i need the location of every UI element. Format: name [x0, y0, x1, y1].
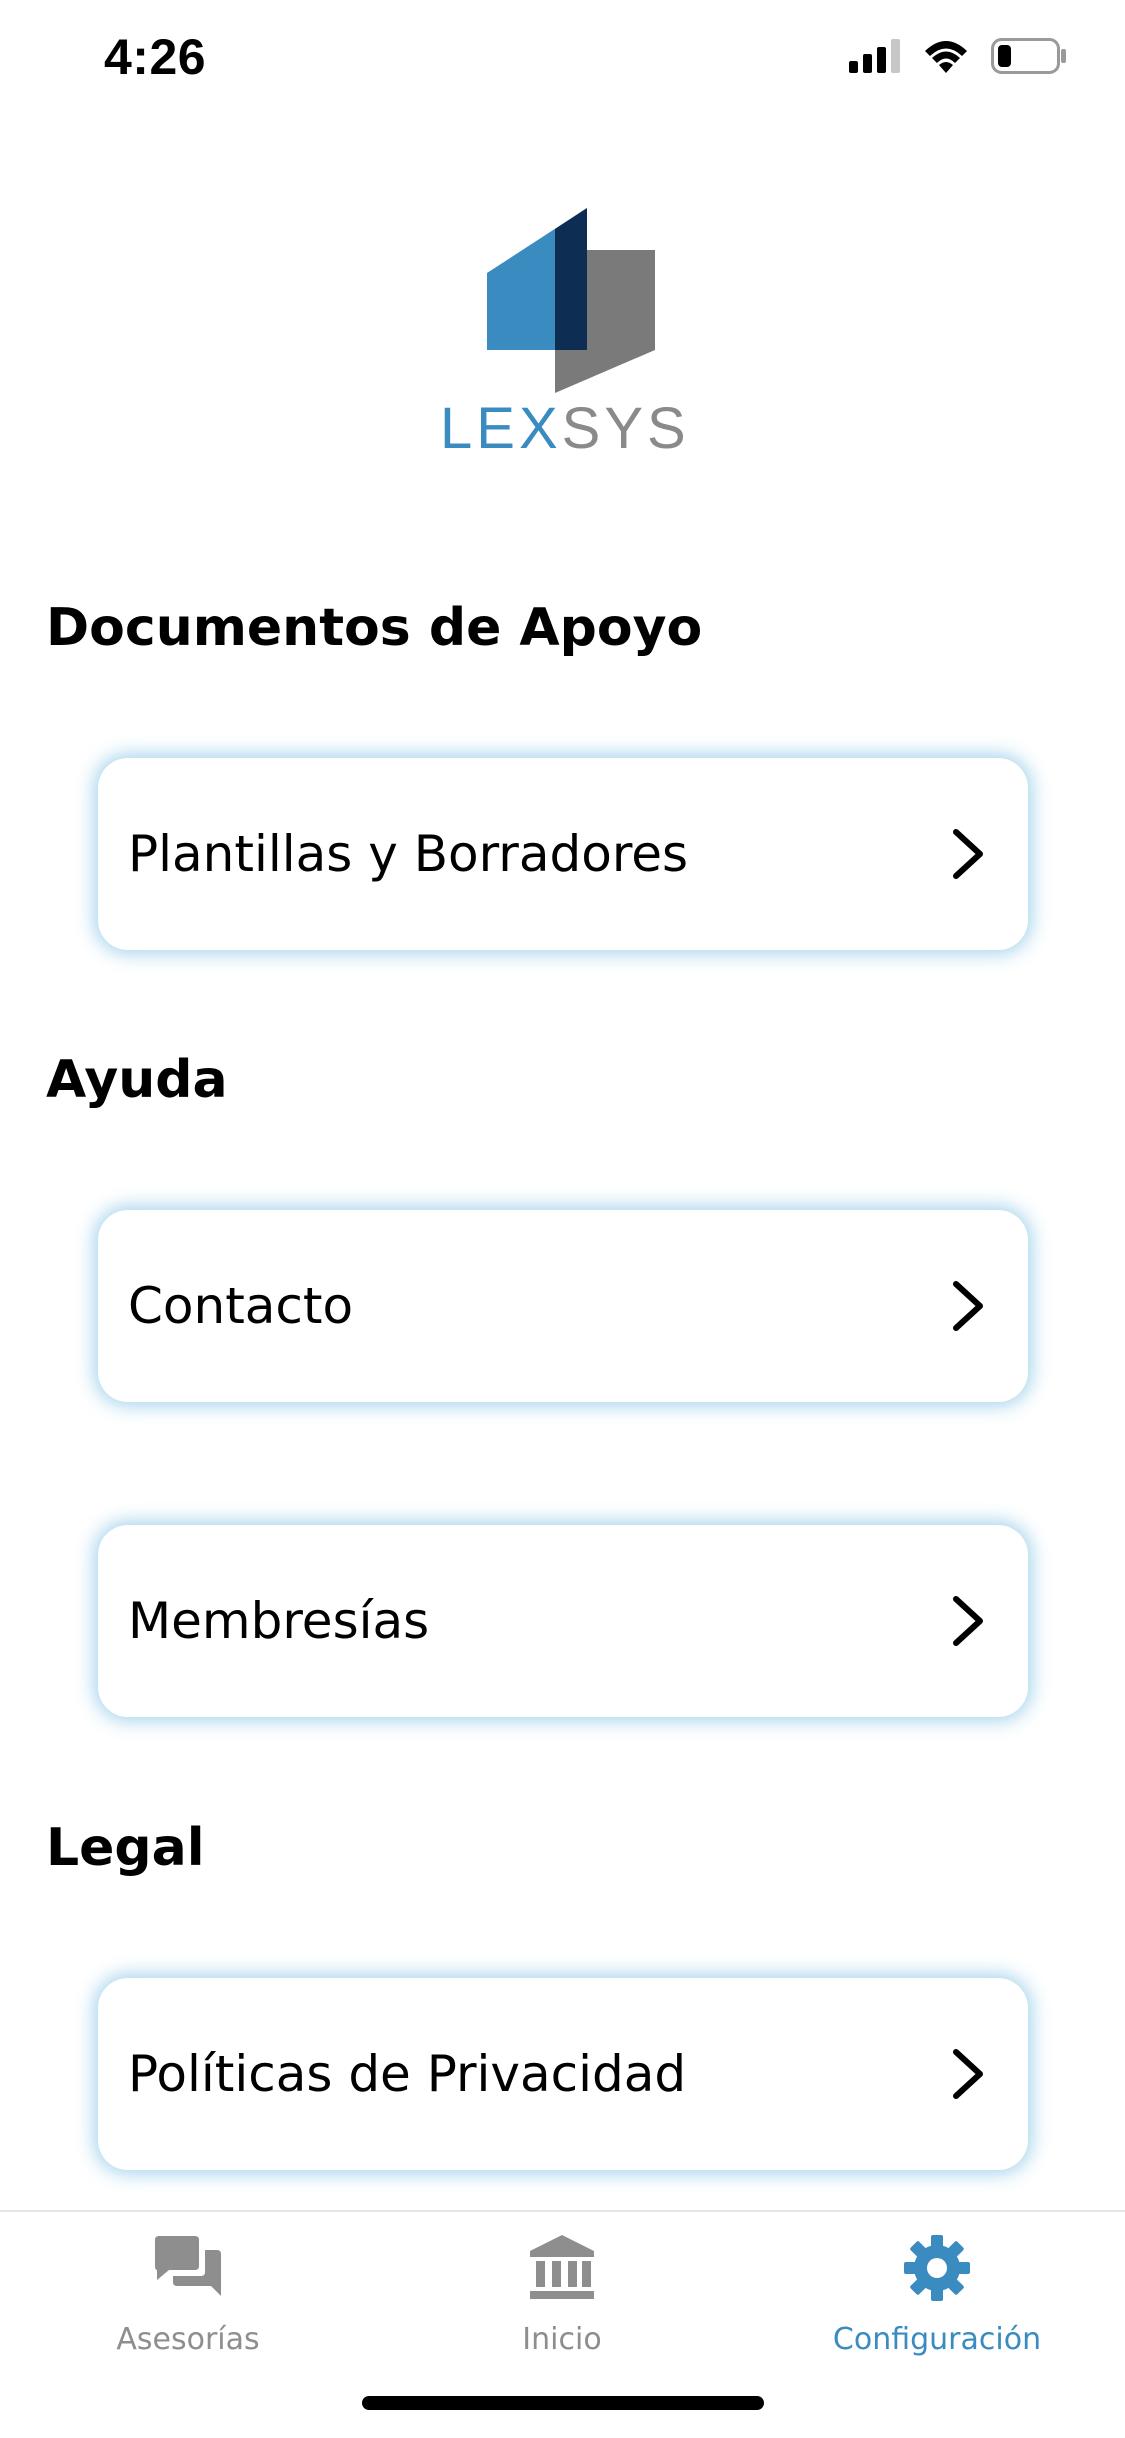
- chat-bubbles-icon: [152, 2232, 224, 2304]
- tab-asesorias[interactable]: Asesorías: [38, 2232, 338, 2357]
- logo-mark: [487, 208, 657, 397]
- chevron-right-icon: [948, 1595, 988, 1647]
- menu-item-membresias[interactable]: Membresías: [98, 1525, 1028, 1717]
- tab-configuracion[interactable]: Configuración: [787, 2232, 1087, 2357]
- chevron-right-icon: [948, 2048, 988, 2100]
- cellular-signal-icon: [849, 39, 901, 77]
- menu-item-label: Membresías: [128, 1592, 430, 1650]
- app-logo: LEXSYS: [440, 200, 686, 470]
- gear-icon: [901, 2232, 973, 2304]
- wifi-icon: [923, 39, 969, 77]
- battery-icon: [991, 38, 1067, 78]
- chevron-right-icon: [948, 1280, 988, 1332]
- logo-text-sys: SYS: [561, 396, 690, 461]
- section-title-support: Documentos de Apoyo: [46, 598, 703, 658]
- chevron-right-icon: [948, 828, 988, 880]
- menu-item-label: Plantillas y Borradores: [128, 825, 689, 883]
- menu-item-contacto[interactable]: Contacto: [98, 1210, 1028, 1402]
- tab-label: Configuración: [832, 2322, 1042, 2357]
- menu-item-label: Políticas de Privacidad: [128, 2045, 687, 2103]
- section-title-help: Ayuda: [46, 1050, 228, 1110]
- home-indicator: [362, 2396, 764, 2410]
- logo-text-lex: LEX: [440, 396, 562, 461]
- logo-text: LEXSYS: [440, 395, 686, 462]
- menu-item-label: Contacto: [128, 1277, 354, 1335]
- tab-inicio[interactable]: Inicio: [412, 2232, 712, 2357]
- bank-building-icon: [526, 2232, 598, 2304]
- status-time: 4:26: [104, 29, 207, 85]
- tab-label: Asesorías: [116, 2322, 260, 2357]
- status-bar: 4:26: [0, 0, 1125, 130]
- section-title-legal: Legal: [46, 1818, 205, 1878]
- menu-item-politicas-privacidad[interactable]: Políticas de Privacidad: [98, 1978, 1028, 2170]
- tab-label: Inicio: [522, 2322, 602, 2357]
- menu-item-plantillas[interactable]: Plantillas y Borradores: [98, 758, 1028, 950]
- status-icons: [849, 38, 1067, 78]
